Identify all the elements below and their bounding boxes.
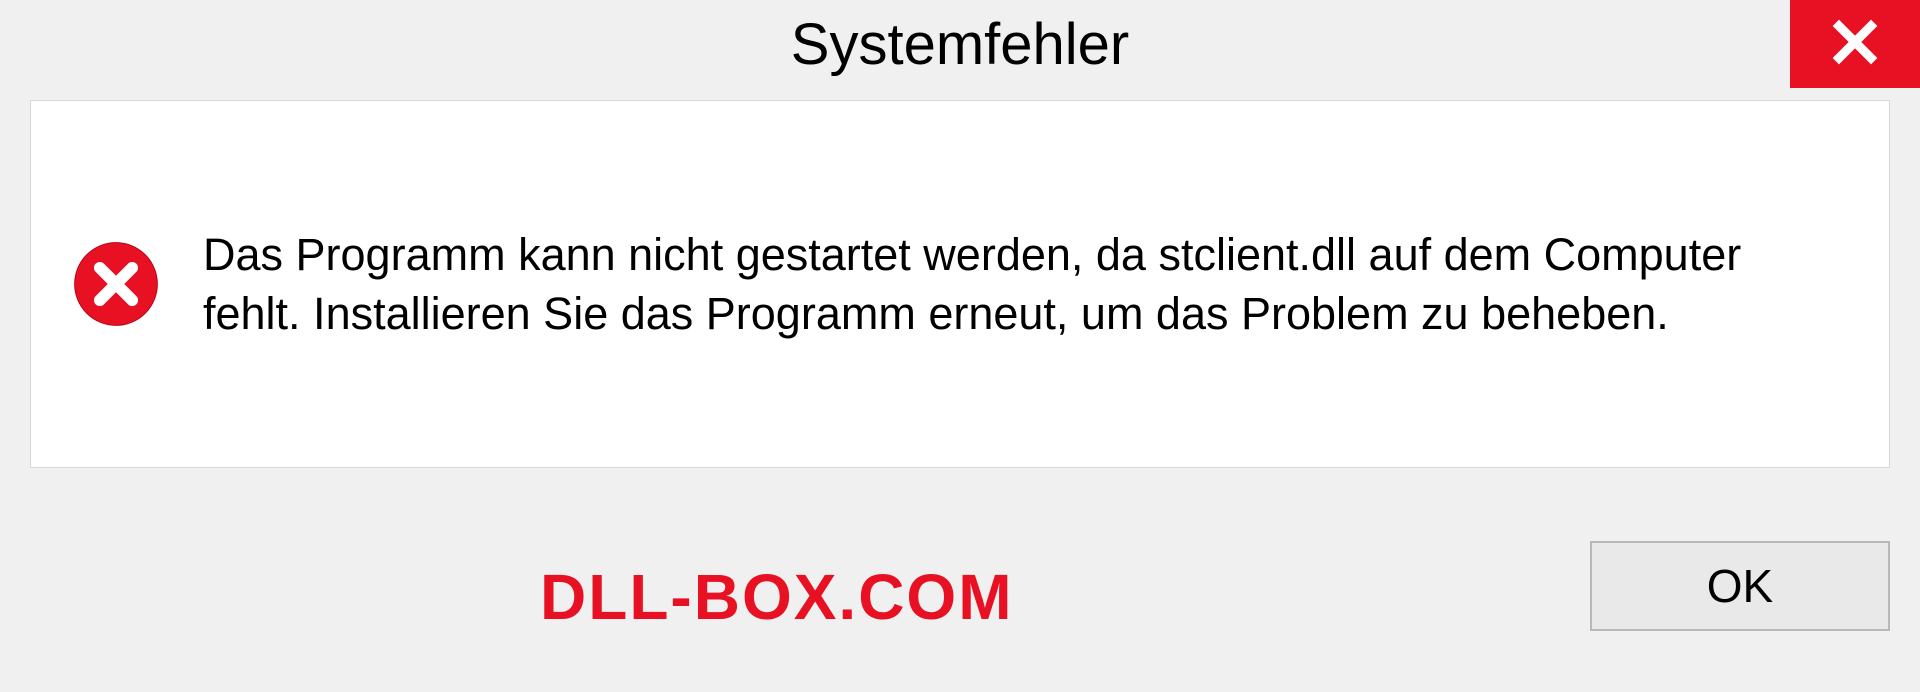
titlebar: Systemfehler <box>0 0 1920 88</box>
error-dialog: Systemfehler Das Programm kann nicht ges… <box>0 0 1920 692</box>
error-message: Das Programm kann nicht gestartet werden… <box>203 225 1849 344</box>
dialog-title: Systemfehler <box>791 11 1129 78</box>
message-area: Das Programm kann nicht gestartet werden… <box>30 100 1890 468</box>
ok-button[interactable]: OK <box>1590 541 1890 631</box>
dialog-footer: DLL-BOX.COM OK <box>0 492 1920 692</box>
error-icon <box>71 239 161 329</box>
close-icon <box>1831 18 1879 71</box>
close-button[interactable] <box>1790 0 1920 88</box>
watermark-text: DLL-BOX.COM <box>540 560 1014 634</box>
